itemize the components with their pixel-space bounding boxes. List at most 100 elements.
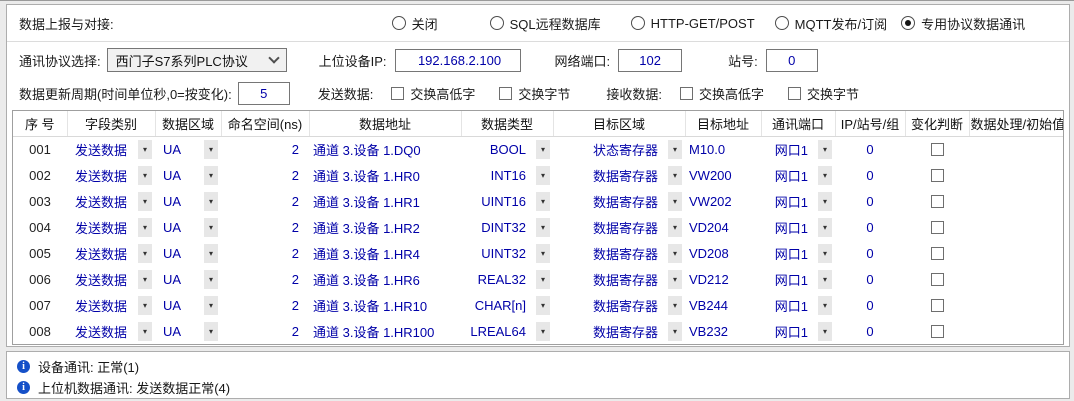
dropdown-arrow-icon[interactable]: ▾	[204, 270, 218, 289]
data-type-value: UINT32	[481, 246, 526, 261]
change-detect-checkbox[interactable]	[931, 143, 944, 156]
dropdown-arrow-icon[interactable]: ▾	[668, 166, 682, 185]
target-address-cell: VW202	[685, 188, 761, 214]
update-period-input[interactable]	[238, 82, 290, 105]
dropdown-arrow-icon[interactable]: ▾	[668, 244, 682, 263]
send-swap-byte-checkbox[interactable]: 交换字节	[499, 84, 570, 103]
data-process-cell	[969, 136, 1063, 162]
dropdown-arrow-icon[interactable]: ▾	[138, 296, 152, 315]
data-address-cell: 通道 3.设备 1.HR1	[309, 188, 461, 214]
dropdown-arrow-icon[interactable]: ▾	[536, 192, 550, 211]
dropdown-arrow-icon[interactable]: ▾	[668, 218, 682, 237]
dropdown-arrow-icon[interactable]: ▾	[668, 322, 682, 341]
recv-data-label: 接收数据:	[606, 84, 662, 103]
network-port-label: 网络端口:	[555, 51, 611, 70]
dropdown-arrow-icon[interactable]: ▾	[138, 244, 152, 263]
dropdown-arrow-icon[interactable]: ▾	[204, 166, 218, 185]
dropdown-arrow-icon[interactable]: ▾	[204, 192, 218, 211]
change-detect-checkbox[interactable]	[931, 195, 944, 208]
dropdown-arrow-icon[interactable]: ▾	[536, 270, 550, 289]
seq-cell: 004	[13, 214, 67, 240]
data-area-value: UA	[163, 298, 181, 313]
change-detect-checkbox[interactable]	[931, 169, 944, 182]
device-comm-status: 设备通讯: 正常(1)	[17, 356, 1059, 377]
table-row[interactable]: 001 发送数据 ▾ UA ▾ 2 通道 3.设备 1.DQ0 BOOL ▾ 状…	[13, 136, 1063, 162]
dropdown-arrow-icon[interactable]: ▾	[138, 218, 152, 237]
dropdown-arrow-icon[interactable]: ▾	[536, 166, 550, 185]
dropdown-arrow-icon[interactable]: ▾	[138, 322, 152, 341]
dropdown-arrow-icon[interactable]: ▾	[536, 322, 550, 341]
send-swap-word-checkbox[interactable]: 交换高低字	[391, 84, 475, 103]
dropdown-arrow-icon[interactable]: ▾	[138, 270, 152, 289]
ip-station-group-cell: 0	[835, 292, 905, 318]
dropdown-arrow-icon[interactable]: ▾	[818, 322, 832, 341]
field-type-value: 发送数据	[75, 270, 127, 289]
change-detect-checkbox[interactable]	[931, 299, 944, 312]
field-type-value: 发送数据	[75, 296, 127, 315]
dropdown-arrow-icon[interactable]: ▾	[818, 166, 832, 185]
radio-icon	[901, 16, 915, 30]
data-process-cell	[969, 188, 1063, 214]
table-row[interactable]: 003 发送数据 ▾ UA ▾ 2 通道 3.设备 1.HR1 UINT16 ▾…	[13, 188, 1063, 214]
table-row[interactable]: 008 发送数据 ▾ UA ▾ 2 通道 3.设备 1.HR100 LREAL6…	[13, 318, 1063, 344]
dropdown-arrow-icon[interactable]: ▾	[818, 244, 832, 263]
radio-option-dedicated-protocol[interactable]: 专用协议数据通讯	[901, 14, 1025, 33]
change-detect-checkbox[interactable]	[931, 221, 944, 234]
dropdown-arrow-icon[interactable]: ▾	[818, 218, 832, 237]
target-address-cell: VW200	[685, 162, 761, 188]
radio-option-http[interactable]: HTTP-GET/POST	[631, 16, 755, 31]
device-ip-input[interactable]	[395, 49, 521, 72]
namespace-cell: 2	[221, 214, 309, 240]
namespace-cell: 2	[221, 188, 309, 214]
data-type-value: BOOL	[490, 142, 526, 157]
dropdown-arrow-icon[interactable]: ▾	[668, 192, 682, 211]
dropdown-arrow-icon[interactable]: ▾	[204, 322, 218, 341]
data-process-cell	[969, 162, 1063, 188]
dropdown-arrow-icon[interactable]: ▾	[536, 140, 550, 159]
dropdown-arrow-icon[interactable]: ▾	[668, 296, 682, 315]
station-label: 站号:	[728, 51, 758, 70]
recv-swap-word-checkbox[interactable]: 交换高低字	[680, 84, 764, 103]
dropdown-arrow-icon[interactable]: ▾	[668, 270, 682, 289]
table-row[interactable]: 007 发送数据 ▾ UA ▾ 2 通道 3.设备 1.HR10 CHAR[n]…	[13, 292, 1063, 318]
report-mode-label: 数据上报与对接:	[19, 14, 114, 33]
table-row[interactable]: 002 发送数据 ▾ UA ▾ 2 通道 3.设备 1.HR0 INT16 ▾ …	[13, 162, 1063, 188]
header-namespace: 命名空间(ns)	[221, 111, 309, 136]
protocol-select[interactable]: 西门子S7系列PLC协议	[107, 48, 287, 72]
change-detect-checkbox[interactable]	[931, 273, 944, 286]
table-row[interactable]: 006 发送数据 ▾ UA ▾ 2 通道 3.设备 1.HR6 REAL32 ▾…	[13, 266, 1063, 292]
change-detect-checkbox[interactable]	[931, 325, 944, 338]
dropdown-arrow-icon[interactable]: ▾	[536, 296, 550, 315]
dropdown-arrow-icon[interactable]: ▾	[536, 218, 550, 237]
dropdown-arrow-icon[interactable]: ▾	[138, 140, 152, 159]
data-address-cell: 通道 3.设备 1.HR6	[309, 266, 461, 292]
recv-swap-byte-checkbox[interactable]: 交换字节	[788, 84, 859, 103]
dropdown-arrow-icon[interactable]: ▾	[818, 296, 832, 315]
dropdown-arrow-icon[interactable]: ▾	[818, 270, 832, 289]
dropdown-arrow-icon[interactable]: ▾	[204, 218, 218, 237]
dropdown-arrow-icon[interactable]: ▾	[204, 140, 218, 159]
dropdown-arrow-icon[interactable]: ▾	[668, 140, 682, 159]
dropdown-arrow-icon[interactable]: ▾	[818, 140, 832, 159]
plc-config-panel: 数据上报与对接: 关闭 SQL远程数据库 HTTP-GET/POST MQTT发…	[6, 4, 1070, 347]
radio-option-sql[interactable]: SQL远程数据库	[490, 14, 601, 33]
ip-station-group-cell: 0	[835, 318, 905, 344]
radio-option-mqtt[interactable]: MQTT发布/订阅	[775, 14, 887, 33]
seq-cell: 005	[13, 240, 67, 266]
network-port-input[interactable]	[618, 49, 682, 72]
station-input[interactable]	[766, 49, 818, 72]
dropdown-arrow-icon[interactable]: ▾	[818, 192, 832, 211]
dropdown-arrow-icon[interactable]: ▾	[138, 192, 152, 211]
data-type-value: UINT16	[481, 194, 526, 209]
change-detect-checkbox[interactable]	[931, 247, 944, 260]
table-row[interactable]: 005 发送数据 ▾ UA ▾ 2 通道 3.设备 1.HR4 UINT32 ▾…	[13, 240, 1063, 266]
dropdown-arrow-icon[interactable]: ▾	[204, 244, 218, 263]
dropdown-arrow-icon[interactable]: ▾	[204, 296, 218, 315]
radio-option-close[interactable]: 关闭	[392, 14, 438, 33]
header-target-area: 目标区域	[553, 111, 685, 136]
table-row[interactable]: 004 发送数据 ▾ UA ▾ 2 通道 3.设备 1.HR2 DINT32 ▾…	[13, 214, 1063, 240]
data-area-value: UA	[163, 246, 181, 261]
data-type-value: INT16	[491, 168, 526, 183]
dropdown-arrow-icon[interactable]: ▾	[138, 166, 152, 185]
dropdown-arrow-icon[interactable]: ▾	[536, 244, 550, 263]
